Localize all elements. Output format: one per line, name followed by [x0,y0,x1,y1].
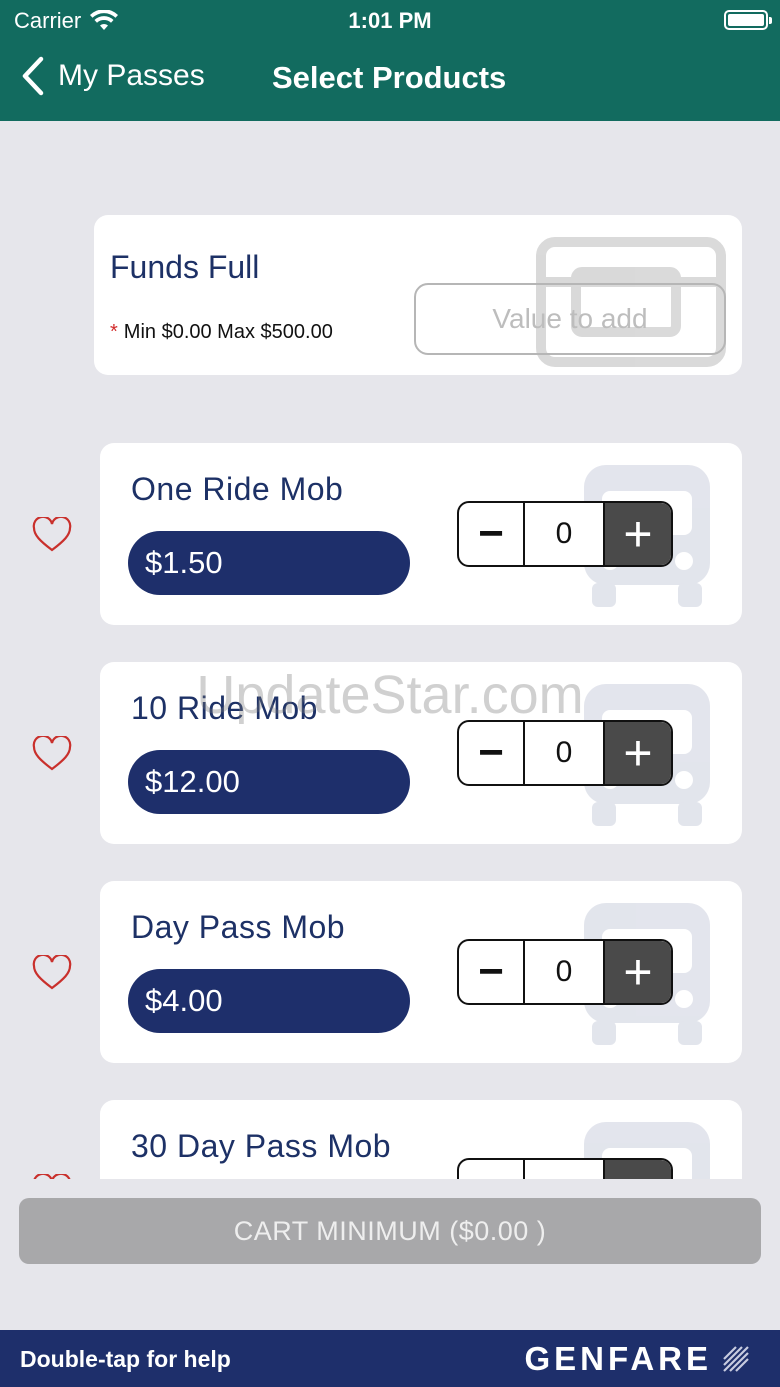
decrement-button[interactable]: − [459,941,525,1003]
quantity-stepper: − 0 + [457,939,673,1005]
quantity-stepper: − 0 + [457,720,673,786]
favorite-heart-icon[interactable] [32,955,72,991]
increment-button[interactable]: + [605,722,671,784]
price-badge: $4.00 [128,969,410,1033]
quantity-value: 0 [525,941,605,1003]
cart-minimum-button[interactable]: CART MINIMUM ($0.00 ) [19,1198,761,1264]
product-name: One Ride Mob [131,471,344,507]
price-badge: $12.00 [128,750,410,814]
product-name: 30 Day Pass Mob [131,1128,392,1164]
favorite-heart-icon[interactable] [32,517,72,553]
increment-button[interactable]: + [605,1160,671,1179]
product-name: Day Pass Mob [131,909,346,945]
top-bar: Carrier 1:01 PM My Passes Select Product… [0,0,780,121]
product-name: 10 Ride Mob [131,690,318,726]
page-title: Select Products [272,60,507,95]
value-to-add-input[interactable] [414,283,726,355]
battery-icon [724,10,772,30]
genfare-mark-icon [723,1346,749,1372]
required-mark: * [110,321,118,343]
help-hint: Double-tap for help [20,1346,231,1372]
quantity-value: 0 [525,1160,605,1179]
price-badge: $1.50 [128,531,410,595]
status-time: 1:01 PM [348,8,432,33]
decrement-button[interactable]: − [459,1160,525,1179]
increment-button[interactable]: + [605,941,671,1003]
product-list[interactable]: Funds Full *Min $0.00 Max $500.00 One Ri… [0,121,780,1179]
funds-limits-text: Min $0.00 Max $500.00 [123,321,333,343]
quantity-value: 0 [525,722,605,784]
funds-title: Funds Full [110,249,260,285]
increment-button[interactable]: + [605,503,671,565]
brand-logo: GENFARE [524,1340,750,1378]
product-card: 10 Ride Mob $12.00 − 0 + [100,662,742,844]
help-footer[interactable]: Double-tap for help GENFARE [0,1330,780,1387]
decrement-button[interactable]: − [459,503,525,565]
product-card: Day Pass Mob $4.00 − 0 + [100,881,742,1063]
quantity-stepper: − 0 + [457,1158,673,1179]
chevron-left-icon [22,56,44,96]
brand-name: GENFARE [524,1340,712,1377]
decrement-button[interactable]: − [459,722,525,784]
product-card: 30 Day Pass Mob − 0 + [100,1100,742,1179]
back-label: My Passes [58,59,205,92]
favorite-heart-icon[interactable] [32,1174,72,1179]
back-button[interactable]: My Passes [20,56,205,96]
funds-card: Funds Full * Min $0.00 Max $500.00 [94,215,742,375]
favorite-heart-icon[interactable] [32,736,72,772]
funds-limits: * Min $0.00 Max $500.00 [110,321,333,344]
quantity-value: 0 [525,503,605,565]
quantity-stepper: − 0 + [457,501,673,567]
product-card: One Ride Mob $1.50 − 0 + [100,443,742,625]
